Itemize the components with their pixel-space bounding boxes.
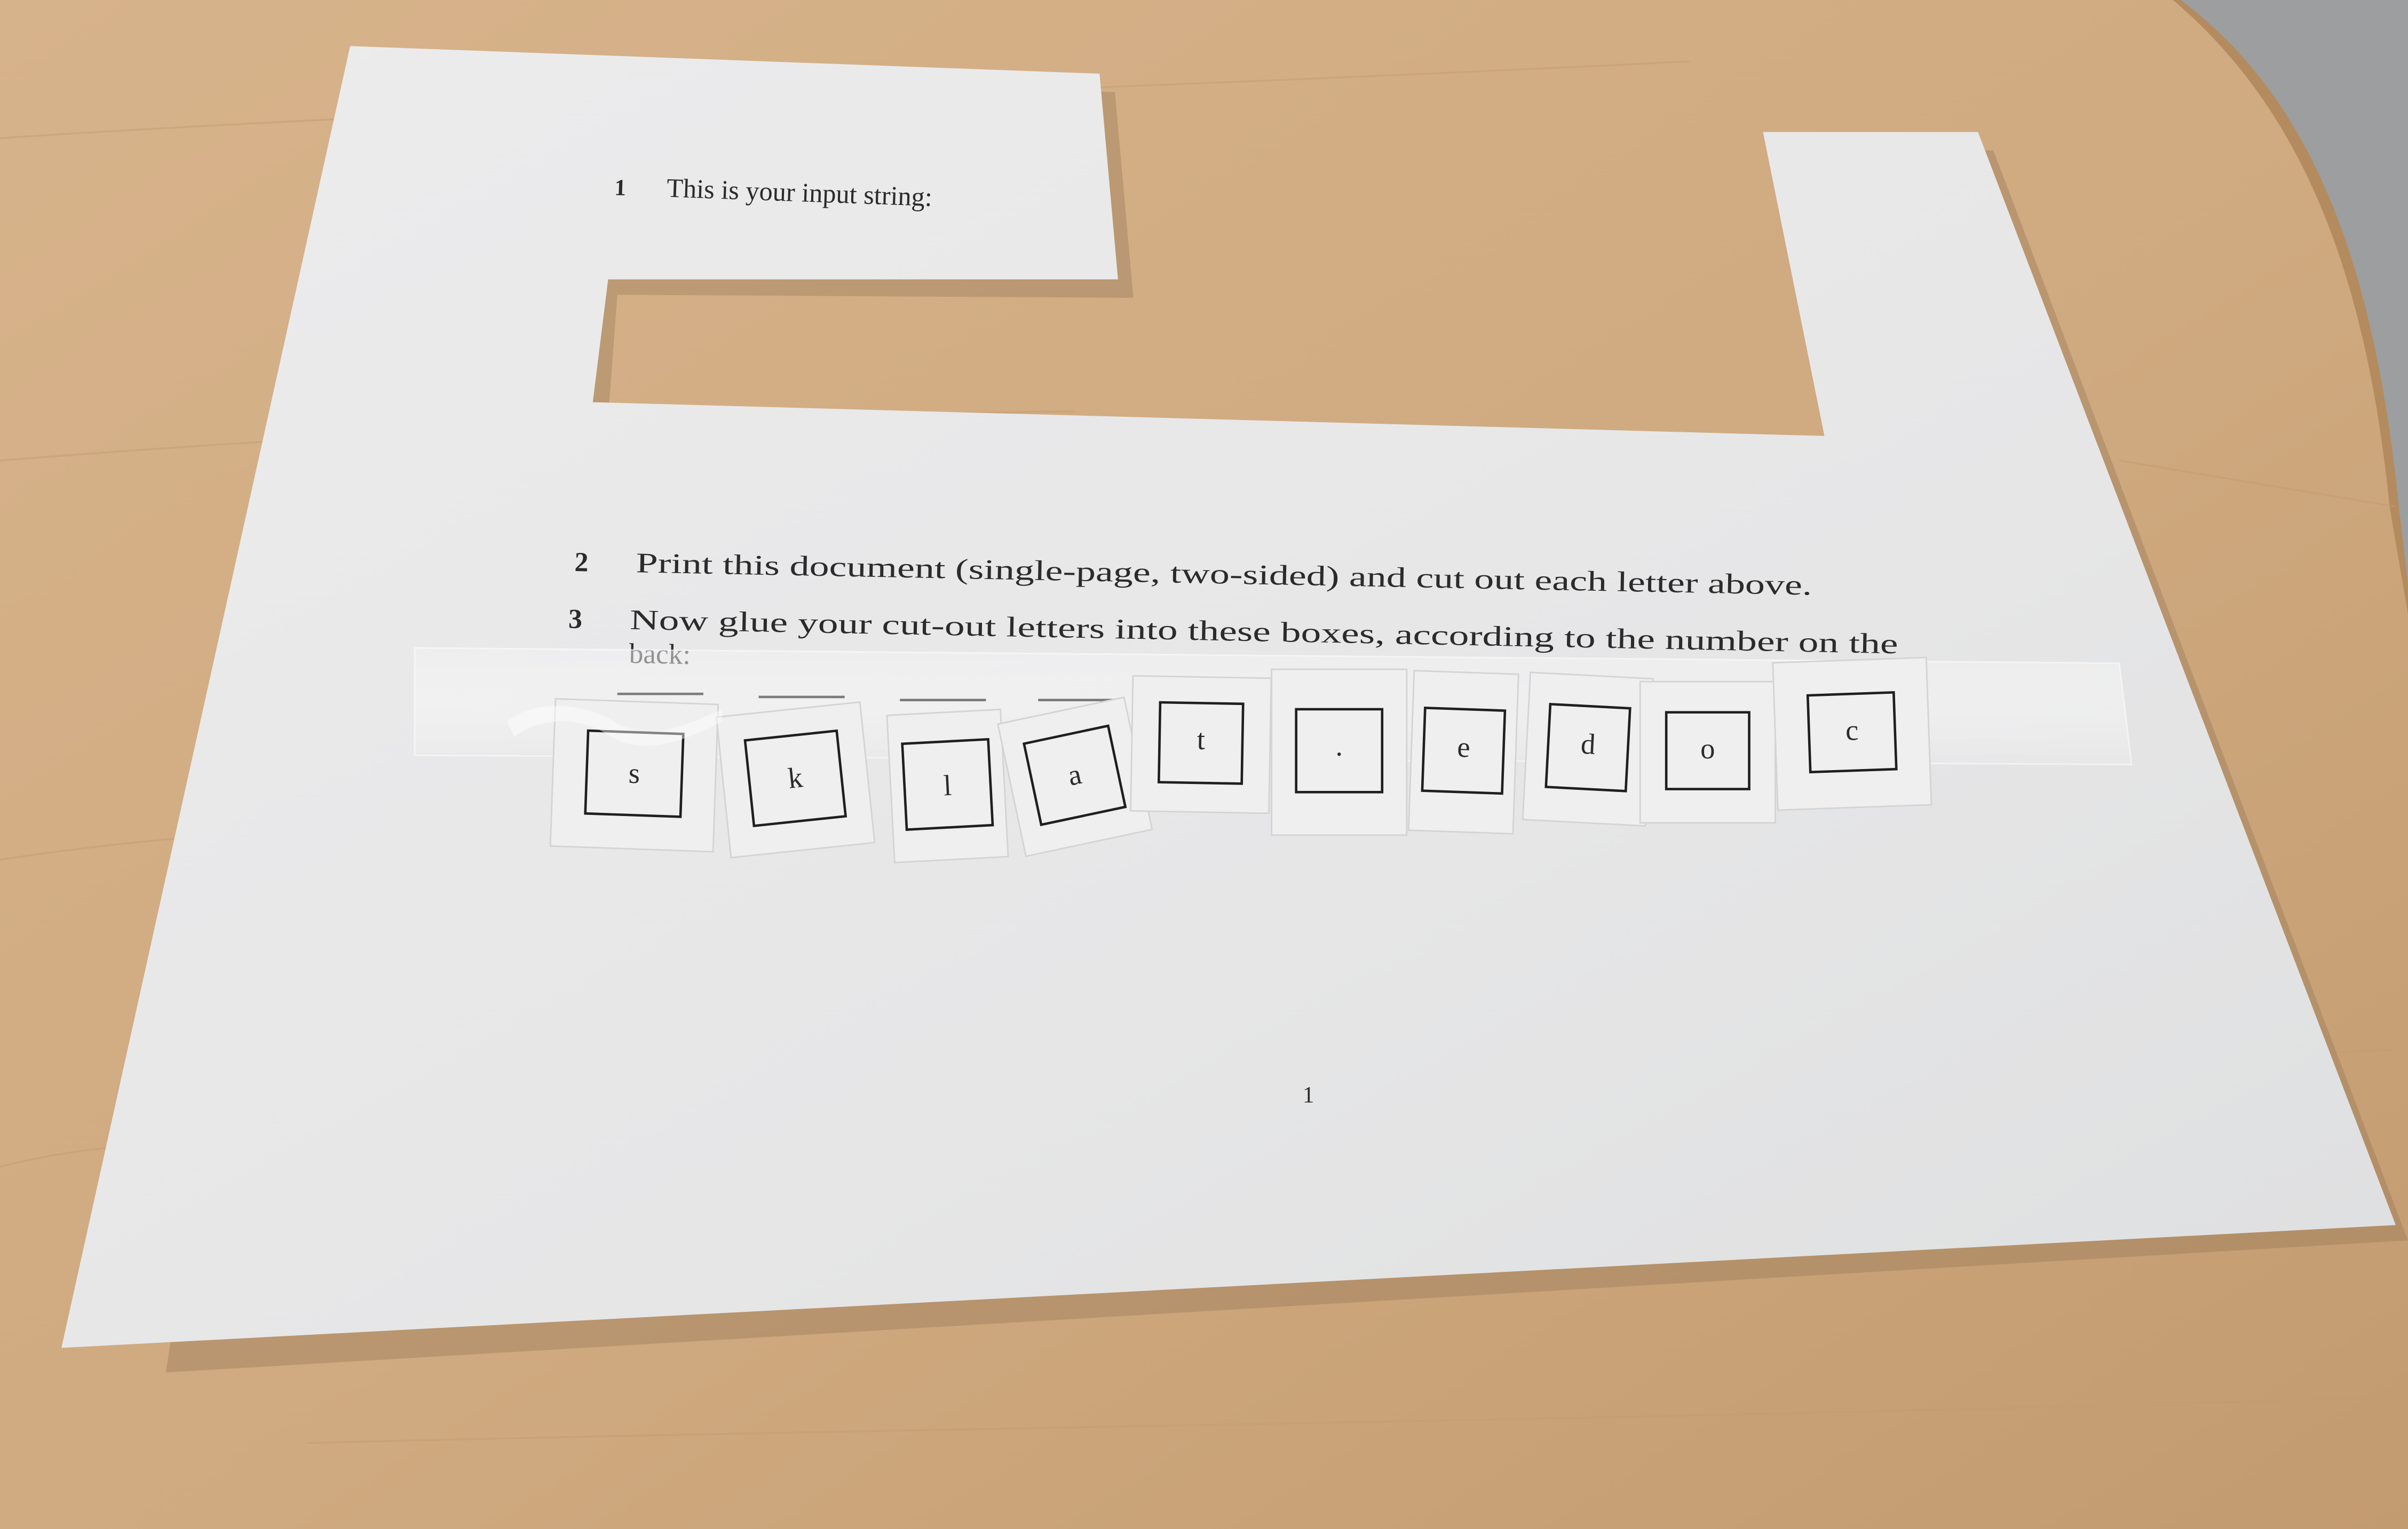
letter-tile: d [1522, 671, 1654, 827]
letter-tile: o [1639, 680, 1776, 824]
letter-tile: k [715, 701, 876, 859]
step-3-number: 3 [568, 604, 582, 635]
letter-tile: . [1271, 668, 1408, 836]
letter-glyph: l [942, 769, 952, 802]
letter-tile: e [1407, 670, 1519, 835]
letter-tile: l [886, 708, 1009, 863]
letter-tile: a [997, 696, 1153, 858]
letter-glyph: c [1845, 714, 1859, 747]
letter-glyph: o [1700, 732, 1715, 765]
letter-glyph: . [1335, 729, 1343, 762]
letter-tile: t [1130, 675, 1272, 814]
letter-glyph: s [628, 757, 640, 790]
letter-glyph: e [1456, 731, 1470, 764]
page-number: 1 [1303, 1082, 1314, 1107]
letter-tile: c [1772, 656, 1932, 811]
letter-glyph: d [1580, 727, 1596, 760]
step-2-number: 2 [574, 547, 589, 577]
letter-glyph: t [1197, 723, 1205, 756]
photo-scene: 1 This is your input string: 2 Print thi… [0, 0, 2408, 1529]
step-1-number: 1 [614, 175, 627, 201]
